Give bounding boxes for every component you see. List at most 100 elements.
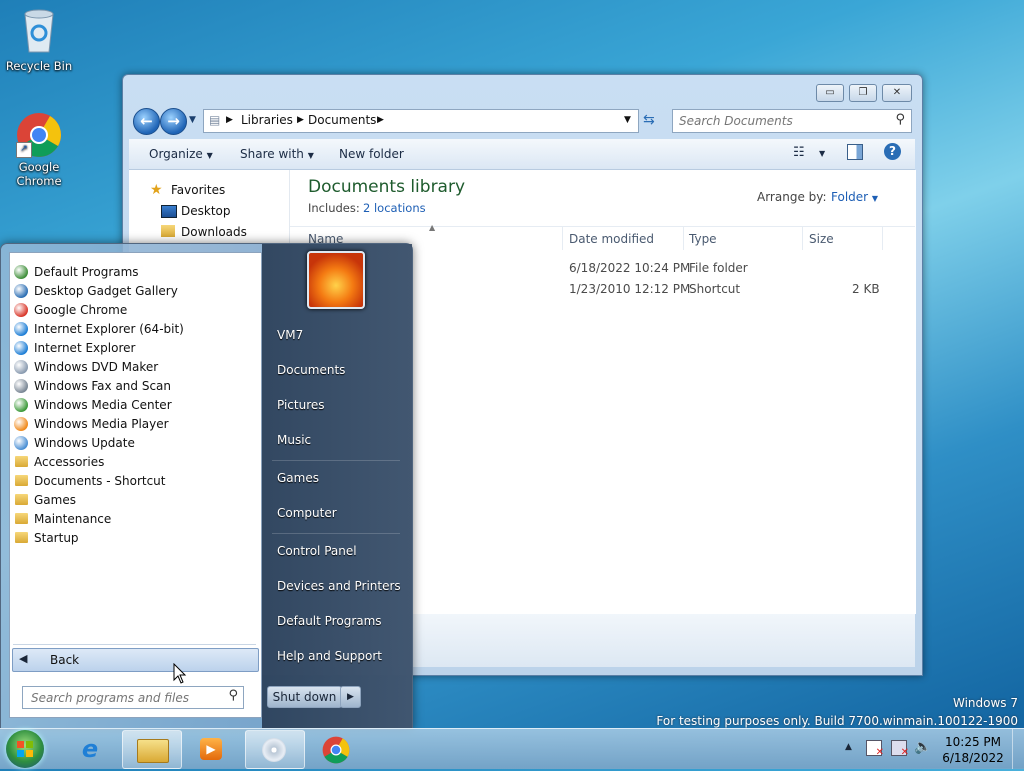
- action-center-icon[interactable]: ✕: [866, 740, 884, 758]
- start-item-devices-printers[interactable]: Devices and Printers: [277, 579, 401, 593]
- program-item[interactable]: Accessories: [14, 453, 260, 471]
- show-hidden-icons-icon[interactable]: ▲: [845, 742, 852, 752]
- program-item[interactable]: Games: [14, 491, 260, 509]
- program-label: Desktop Gadget Gallery: [34, 284, 178, 298]
- program-label: Windows DVD Maker: [34, 360, 159, 374]
- program-item[interactable]: Windows Media Center: [14, 396, 260, 414]
- star-icon: ★: [150, 182, 163, 198]
- watermark-line1: Windows 7: [952, 696, 1018, 710]
- program-item[interactable]: Google Chrome: [14, 301, 260, 319]
- system-clock[interactable]: 10:25 PM 6/18/2022: [940, 734, 1006, 766]
- divider: [272, 533, 400, 534]
- folder-icon: [15, 475, 28, 486]
- back-button[interactable]: ◀ Back: [12, 648, 259, 672]
- breadcrumb-documents[interactable]: Documents: [308, 113, 376, 127]
- program-item[interactable]: Windows DVD Maker: [14, 358, 260, 376]
- program-item[interactable]: Internet Explorer: [14, 339, 260, 357]
- show-desktop-button[interactable]: [1012, 729, 1024, 769]
- help-icon[interactable]: ?: [884, 143, 901, 160]
- share-with-button[interactable]: Share with ▼: [240, 147, 314, 161]
- search-icon[interactable]: ⚲: [895, 112, 905, 127]
- windows-logo-icon: [17, 741, 33, 757]
- program-item[interactable]: Windows Update: [14, 434, 260, 452]
- desktop-icon-google-chrome[interactable]: ↗ Google Chrome: [4, 112, 74, 188]
- column-divider: [683, 226, 684, 250]
- search-documents-input[interactable]: [677, 112, 886, 130]
- refresh-icon[interactable]: ⇆: [643, 112, 655, 128]
- user-picture[interactable]: [307, 251, 365, 309]
- start-item-music[interactable]: Music: [277, 433, 311, 447]
- column-header-type[interactable]: Type: [689, 232, 717, 246]
- breadcrumb-libraries[interactable]: Libraries: [241, 113, 293, 127]
- start-search-box[interactable]: ⚲: [22, 686, 244, 709]
- nav-desktop[interactable]: Desktop: [181, 204, 231, 218]
- program-item[interactable]: Default Programs: [14, 263, 260, 281]
- column-header-date-modified[interactable]: Date modified: [569, 232, 654, 246]
- breadcrumb-separator-icon: ▶: [226, 115, 233, 125]
- start-item-pictures[interactable]: Pictures: [277, 398, 325, 412]
- back-arrow-icon[interactable]: ←: [133, 108, 160, 135]
- taskbar-google-chrome[interactable]: [307, 730, 365, 767]
- nav-downloads[interactable]: Downloads: [181, 225, 247, 239]
- address-dropdown-icon[interactable]: ▼: [624, 115, 631, 125]
- change-view-icon[interactable]: ☷: [793, 145, 805, 160]
- taskbar-internet-explorer[interactable]: e: [61, 730, 119, 767]
- start-orb[interactable]: [6, 730, 44, 768]
- start-item-documents[interactable]: Documents: [277, 363, 345, 377]
- program-label: Windows Media Player: [34, 417, 169, 431]
- search-icon[interactable]: ⚲: [228, 688, 238, 703]
- program-item[interactable]: Documents - Shortcut: [14, 472, 260, 490]
- program-label: Windows Fax and Scan: [34, 379, 172, 393]
- shut-down-options-arrow-icon[interactable]: ▶: [340, 686, 361, 708]
- program-label: Startup: [34, 531, 79, 545]
- start-menu: Default Programs Desktop Gadget Gallery Go…: [0, 243, 413, 730]
- start-item-user[interactable]: VM7: [277, 328, 303, 342]
- library-title: Documents library: [308, 177, 466, 197]
- program-item[interactable]: Windows Media Player: [14, 415, 260, 433]
- start-search-input[interactable]: [29, 689, 219, 707]
- minimize-button[interactable]: ▭: [816, 84, 844, 102]
- view-options-chevron-icon[interactable]: ▼: [819, 149, 825, 158]
- row-date: 1/23/2010 12:12 PM: [569, 282, 691, 296]
- program-item[interactable]: Maintenance: [14, 510, 260, 528]
- volume-muted-icon[interactable]: 🔈: [914, 739, 931, 755]
- recent-pages-chevron-icon[interactable]: ▼: [189, 115, 196, 125]
- chevron-down-icon: ▼: [307, 151, 314, 160]
- address-bar[interactable]: ▤ ▶ Libraries ▶ Documents ▶ ▼: [203, 109, 639, 133]
- column-header-size[interactable]: Size: [809, 232, 834, 246]
- nav-favorites[interactable]: Favorites: [171, 183, 225, 197]
- close-button[interactable]: ✕: [882, 84, 912, 102]
- start-item-games[interactable]: Games: [277, 471, 319, 485]
- organize-label: Organize: [149, 147, 203, 161]
- arrange-by-dropdown[interactable]: Folder ▼: [831, 190, 878, 204]
- new-folder-button[interactable]: New folder: [339, 147, 404, 161]
- chrome-icon: [322, 736, 350, 764]
- start-item-default-programs[interactable]: Default Programs: [277, 614, 382, 628]
- shut-down-button[interactable]: Shut down: [267, 686, 342, 708]
- maximize-button[interactable]: ❐: [849, 84, 877, 102]
- row-type: File folder: [689, 261, 748, 275]
- program-item[interactable]: Internet Explorer (64-bit): [14, 320, 260, 338]
- column-divider: [562, 226, 563, 250]
- network-icon[interactable]: ✕: [891, 740, 909, 758]
- includes-locations-link[interactable]: 2 locations: [363, 201, 426, 215]
- program-item[interactable]: Desktop Gadget Gallery: [14, 282, 260, 300]
- taskbar-media-player[interactable]: ▶: [183, 730, 241, 767]
- taskbar-dvd-maker[interactable]: [245, 730, 305, 769]
- search-documents-box[interactable]: ⚲: [672, 109, 912, 133]
- program-item[interactable]: Windows Fax and Scan: [14, 377, 260, 395]
- start-item-control-panel[interactable]: Control Panel: [277, 544, 357, 558]
- windows-update-icon: [14, 436, 28, 450]
- forward-arrow-icon[interactable]: →: [160, 108, 187, 135]
- program-item[interactable]: Startup: [14, 529, 260, 547]
- desktop-icon-recycle-bin[interactable]: Recycle Bin: [4, 6, 74, 73]
- breadcrumb-separator-icon: ▶: [297, 115, 304, 125]
- start-item-computer[interactable]: Computer: [277, 506, 337, 520]
- organize-button[interactable]: Organize ▼: [149, 147, 213, 161]
- gadget-gallery-icon: [14, 284, 28, 298]
- internet-explorer-icon: [14, 322, 28, 336]
- taskbar-windows-explorer[interactable]: [122, 730, 182, 769]
- row-date: 6/18/2022 10:24 PM: [569, 261, 691, 275]
- start-item-help-support[interactable]: Help and Support: [277, 649, 382, 663]
- preview-pane-icon[interactable]: [847, 144, 863, 160]
